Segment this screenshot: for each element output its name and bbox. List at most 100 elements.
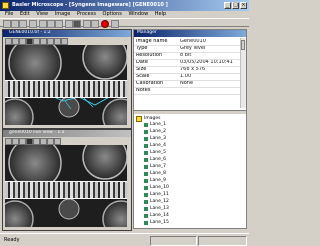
copy-icon[interactable] (47, 20, 55, 28)
lane-leaf-icon (144, 158, 148, 163)
lane-leaf-icon (144, 214, 148, 219)
tree-item-label: Lane_15 (150, 220, 169, 225)
lane-leaf-icon (144, 179, 148, 184)
menu-help[interactable]: Help (155, 11, 166, 17)
app-icon (2, 2, 9, 9)
cut-icon[interactable] (39, 20, 47, 28)
image-tree: Images Lane_1 Lane_2 Lane_3 Lane_4 Lane_… (134, 116, 246, 228)
property-value: 768 x 576 (180, 67, 206, 72)
image-window-2[interactable]: gene0010 live view - 1:2 (2, 129, 132, 231)
property-key: Notes (136, 88, 151, 93)
stop-icon[interactable] (101, 20, 109, 28)
status-pane-1 (150, 236, 197, 246)
capture-icon[interactable] (91, 20, 99, 28)
open-icon[interactable] (11, 20, 19, 28)
zoom-out-icon[interactable] (19, 138, 26, 145)
gel-image-2[interactable] (5, 145, 127, 227)
property-key: Calibration (136, 81, 164, 86)
tree-item-label: Lane_13 (150, 206, 169, 211)
print-icon[interactable] (29, 20, 37, 28)
help-icon[interactable] (111, 20, 119, 28)
menu-process[interactable]: Process (77, 11, 96, 17)
measure-icon[interactable] (54, 138, 61, 145)
properties-scrollbar[interactable] (240, 38, 246, 108)
property-key: Type (136, 46, 148, 51)
property-key: Date (136, 60, 148, 65)
menu-edit[interactable]: Edit (20, 11, 30, 17)
lane-icon[interactable] (33, 38, 40, 45)
status-pane-2 (198, 236, 247, 246)
status-text: Ready (4, 237, 20, 243)
minimize-button[interactable]: _ (224, 2, 231, 9)
menu-options[interactable]: Options (103, 11, 122, 17)
invert-icon[interactable] (26, 38, 33, 45)
scrollbar-thumb[interactable] (241, 40, 245, 50)
maximize-button[interactable]: □ (232, 2, 239, 9)
lane-leaf-icon (144, 144, 148, 149)
save-icon[interactable] (19, 20, 27, 28)
invert-icon[interactable] (26, 138, 33, 145)
window-title: Basler Microscope - [Syngene Imageware] … (12, 2, 168, 8)
gel-lane-strip-2[interactable] (5, 181, 127, 199)
manager-panel: Manager Image name Gene0010 Type Grey le… (133, 29, 247, 229)
contrast-icon[interactable] (73, 20, 81, 28)
lane-leaf-icon (144, 172, 148, 177)
tree-item-label: Lane_6 (150, 157, 166, 162)
grid-icon[interactable] (47, 138, 54, 145)
zoom-in-icon[interactable] (12, 38, 19, 45)
image-window-1[interactable]: GENE0010.tif - 1:2 (2, 29, 132, 129)
title-bar: Basler Microscope - [Syngene Imageware] … (0, 0, 249, 11)
image-window-2-title: gene0010 live view - 1:2 (3, 130, 131, 137)
band-icon[interactable] (40, 138, 47, 145)
menu-window[interactable]: Window (128, 11, 148, 17)
lane-leaf-icon (144, 165, 148, 170)
tree-item-label: Lane_12 (150, 199, 169, 204)
lane-icon[interactable] (33, 138, 40, 145)
image-window-1-title: GENE0010.tif - 1:2 (3, 30, 131, 37)
tree-item-label: Lane_7 (150, 164, 166, 169)
menu-file[interactable]: File (5, 11, 13, 17)
tree-item-label: Lane_10 (150, 185, 169, 190)
status-bar: Ready (0, 233, 249, 246)
grid-icon[interactable] (47, 38, 54, 45)
zoom-out-icon[interactable] (19, 38, 26, 45)
pointer-icon[interactable] (5, 138, 12, 145)
measure-icon[interactable] (54, 38, 61, 45)
pointer-icon[interactable] (5, 38, 12, 45)
property-key: Resolution (136, 53, 163, 58)
zoom-in-icon[interactable] (12, 138, 19, 145)
paste-icon[interactable] (55, 20, 63, 28)
lane-leaf-icon (144, 123, 148, 128)
gel-lane-strip-1[interactable] (5, 80, 127, 98)
menu-bar: File Edit View Image Process Options Win… (0, 11, 249, 18)
histogram-icon[interactable] (61, 38, 68, 45)
lane-leaf-icon (144, 130, 148, 135)
property-value: Grey level (180, 46, 206, 51)
gel-image-1[interactable] (5, 45, 127, 125)
new-icon[interactable] (3, 20, 11, 28)
lane-leaf-icon (144, 186, 148, 191)
image-window-1-toolbar (3, 37, 131, 45)
lane-leaf-icon (144, 200, 148, 205)
lane-leaf-icon (144, 193, 148, 198)
band-icon[interactable] (40, 38, 47, 45)
tree-item-label: Lane_2 (150, 129, 166, 134)
menu-view[interactable]: View (36, 11, 48, 17)
image-window-2-toolbar (3, 137, 131, 145)
zoom-icon[interactable] (65, 20, 73, 28)
camera-icon[interactable] (83, 20, 91, 28)
tree-item-label: Lane_5 (150, 150, 166, 155)
folder-icon (136, 116, 142, 122)
tree-item[interactable]: Lane_15 (144, 220, 169, 228)
property-value: None (180, 81, 194, 86)
tree-item-label: Lane_4 (150, 143, 166, 148)
property-key: Size (136, 67, 147, 72)
property-key: Scale (136, 74, 150, 79)
panel-splitter[interactable] (134, 110, 246, 115)
menu-image[interactable]: Image (55, 11, 71, 17)
property-value: Gene0010 (180, 39, 206, 44)
close-button[interactable]: × (240, 2, 247, 9)
mdi-workspace: GENE0010.tif - 1:2 gene0010 live view - … (2, 29, 132, 231)
lane-leaf-icon (144, 207, 148, 212)
property-row[interactable]: Notes (134, 87, 246, 95)
